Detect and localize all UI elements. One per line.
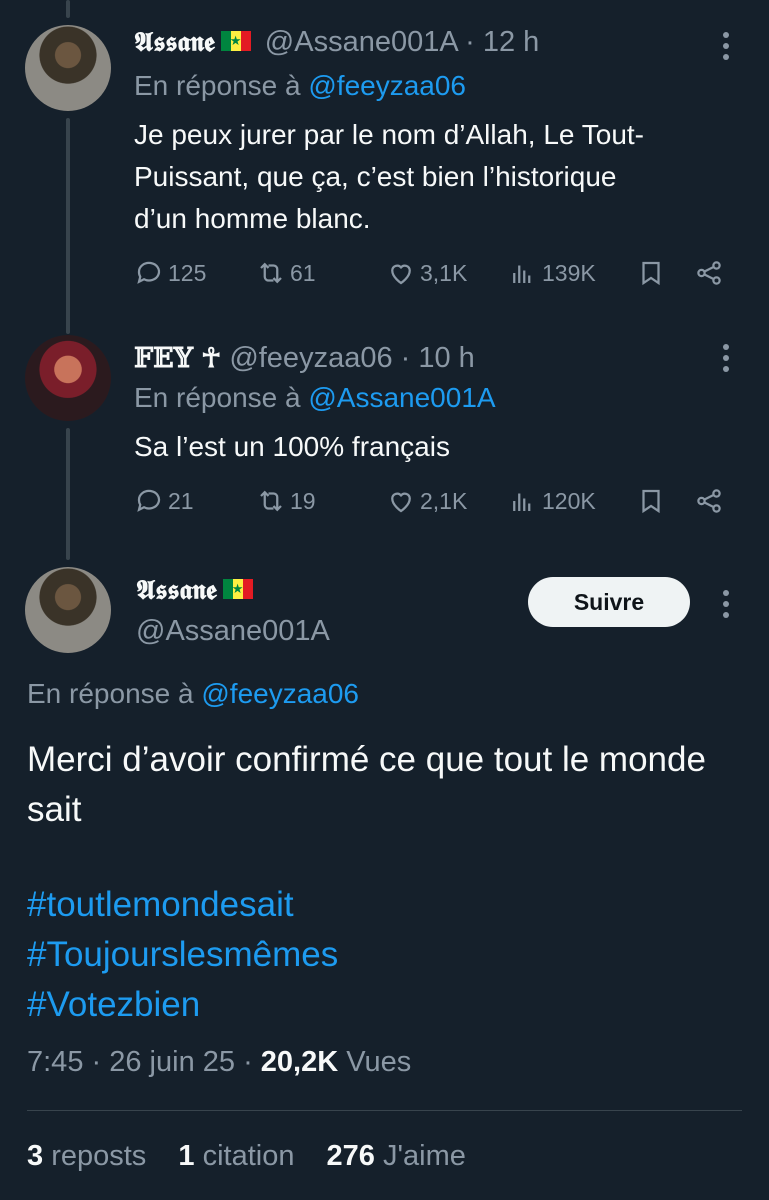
engagement-stats: 3 reposts 1 citation 276 J'aime (27, 1140, 490, 1173)
like-icon (391, 264, 411, 285)
more-icon[interactable] (723, 32, 731, 65)
bookmark-button[interactable] (636, 486, 666, 516)
repost-icon (260, 490, 282, 512)
senegal-flag-icon (222, 579, 253, 600)
main-tweet-text: Merci d’avoir confirmé ce que tout le mo… (27, 740, 706, 829)
timestamp[interactable]: · 10 h (401, 342, 475, 374)
display-name[interactable]: 𝕬𝖘𝖘𝖆𝖓𝖊 (136, 575, 217, 606)
hashtag-link[interactable]: #Toujourslesmêmes (27, 930, 338, 980)
views-label: Vues (346, 1046, 412, 1078)
quotes-label: citation (202, 1140, 295, 1172)
likes-stat[interactable]: 276 J'aime (327, 1140, 466, 1172)
reply-prefix: En réponse à (134, 70, 301, 101)
reply-count: 125 (168, 259, 207, 286)
ankh-icon: ☥ (201, 343, 222, 374)
reply-count: 21 (168, 487, 194, 514)
views-count: 20,2K (260, 1046, 339, 1078)
reply-to-link[interactable]: @feeyzaa06 (201, 678, 359, 709)
senegal-flag-icon (220, 31, 251, 52)
quotes-count: 1 (178, 1140, 195, 1172)
tweet-actions: 125 61 3,1K 139K (134, 258, 734, 298)
main-handle[interactable]: @Assane001A (136, 615, 330, 648)
hashtag-link[interactable]: #toutlemondesait (27, 880, 338, 930)
hashtag-list: #toutlemondesait #Toujourslesmêmes #Vote… (27, 880, 338, 1030)
views-button[interactable]: 120K (508, 486, 596, 516)
bookmark-icon (642, 489, 660, 514)
display-name[interactable]: 𝔽𝔼𝕐 (134, 343, 193, 374)
likes-label: J'aime (382, 1140, 466, 1172)
more-icon[interactable] (723, 344, 731, 377)
views-button[interactable]: 139K (508, 258, 596, 288)
share-icon (697, 261, 721, 285)
tweet-text: Sa l’est un 100% français (134, 431, 450, 462)
repost-button[interactable]: 19 (256, 486, 316, 516)
divider (27, 1110, 742, 1111)
likes-count: 276 (326, 1140, 375, 1172)
reply-context: En réponse à @feeyzaa06 (27, 678, 359, 710)
reply-context: En réponse à @Assane001A (134, 382, 496, 414)
main-author-name: 𝕬𝖘𝖘𝖆𝖓𝖊 (136, 574, 259, 607)
reply-icon (137, 261, 161, 284)
views-count: 139K (542, 259, 596, 286)
like-icon (391, 492, 411, 513)
reposts-count: 3 (27, 1140, 44, 1172)
reply-to-link[interactable]: @feeyzaa06 (308, 70, 466, 101)
repost-count: 61 (290, 259, 316, 286)
share-button[interactable] (694, 258, 724, 288)
share-button[interactable] (694, 486, 724, 516)
reply-context: En réponse à @feeyzaa06 (134, 70, 466, 102)
reply-icon (137, 489, 161, 512)
reply-button[interactable]: 21 (134, 486, 194, 516)
tweet-assane-reply[interactable]: 𝕬𝖘𝖘𝖆𝖓𝖊 @Assane001A · 12 h En réponse à @… (0, 0, 769, 330)
share-icon (697, 489, 721, 513)
avatar[interactable] (25, 335, 111, 421)
repost-count: 19 (290, 487, 316, 514)
reply-to-link[interactable]: @Assane001A (308, 382, 495, 413)
views-icon (513, 493, 531, 511)
post-time[interactable]: 7:45 (27, 1046, 83, 1078)
views-count: 120K (542, 487, 596, 514)
reply-prefix: En réponse à (27, 678, 194, 709)
like-count: 2,1K (420, 487, 468, 514)
more-icon[interactable] (723, 590, 731, 623)
tweet-header: 𝔽𝔼𝕐 ☥ @feeyzaa06 · 10 h (134, 342, 475, 375)
views-icon (513, 265, 531, 283)
post-date[interactable]: 26 juin 25 (109, 1046, 235, 1078)
hashtag-link[interactable]: #Votezbien (27, 980, 338, 1030)
repost-button[interactable]: 61 (256, 258, 316, 288)
handle[interactable]: @Assane001A (265, 26, 457, 58)
like-count: 3,1K (420, 259, 468, 286)
reply-button[interactable]: 125 (134, 258, 206, 288)
tweet-meta: 7:45 · 26 juin 25 · 20,2K Vues (27, 1046, 412, 1078)
reposts-stat[interactable]: 3 reposts (27, 1140, 146, 1172)
timestamp[interactable]: · 12 h (465, 26, 539, 58)
tweet-header: 𝕬𝖘𝖘𝖆𝖓𝖊 @Assane001A · 12 h (134, 26, 539, 59)
repost-icon (260, 262, 282, 284)
bookmark-button[interactable] (636, 258, 666, 288)
main-avatar[interactable] (25, 567, 111, 653)
reply-prefix: En réponse à (134, 382, 301, 413)
display-name[interactable]: 𝕬𝖘𝖘𝖆𝖓𝖊 (134, 27, 215, 58)
quotes-stat[interactable]: 1 citation (178, 1140, 294, 1172)
follow-button[interactable]: Suivre (528, 577, 690, 627)
bookmark-icon (642, 261, 660, 286)
tweet-fey-reply[interactable]: 𝔽𝔼𝕐 ☥ @feeyzaa06 · 10 h En réponse à @As… (0, 330, 769, 560)
like-button[interactable]: 3,1K (386, 258, 467, 288)
reposts-label: reposts (51, 1140, 147, 1172)
handle[interactable]: @feeyzaa06 (229, 342, 392, 374)
tweet-text: Je peux jurer par le nom d’Allah, Le Tou… (134, 119, 644, 234)
like-button[interactable]: 2,1K (386, 486, 467, 516)
tweet-actions: 21 19 2,1K 120K (134, 486, 734, 526)
avatar[interactable] (25, 25, 111, 111)
